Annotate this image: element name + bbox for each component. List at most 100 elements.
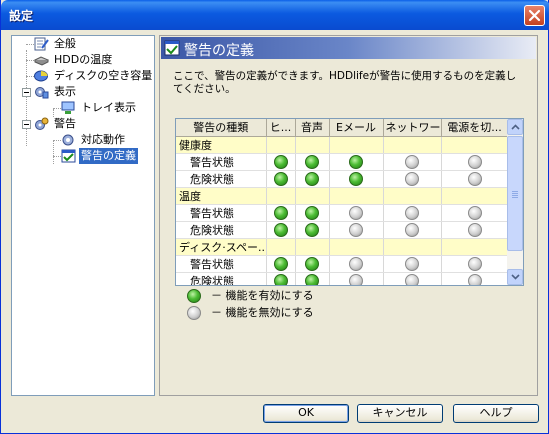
column-header-shutdown[interactable]: 電源を切... (441, 119, 509, 137)
disabled-indicator-icon[interactable] (405, 222, 419, 237)
toggle-cell[interactable] (266, 221, 296, 239)
column-header-hint[interactable]: ヒ... (266, 119, 296, 137)
disabled-indicator-icon[interactable] (467, 256, 482, 271)
enabled-indicator-icon[interactable] (273, 222, 288, 237)
toggle-cell[interactable] (329, 170, 384, 188)
disabled-indicator-icon[interactable] (467, 273, 482, 285)
enabled-indicator-icon[interactable] (305, 222, 319, 237)
toggle-cell[interactable] (329, 255, 384, 273)
scroll-down-button[interactable] (507, 269, 523, 285)
enabled-indicator-icon[interactable] (305, 171, 319, 186)
disabled-indicator-icon[interactable] (349, 273, 363, 285)
collapse-toggle-display[interactable] (22, 88, 31, 97)
enabled-indicator-icon[interactable] (273, 205, 288, 220)
enabled-indicator-icon[interactable] (305, 205, 319, 220)
grid-scrollbar[interactable] (507, 119, 523, 285)
scroll-grip (512, 191, 518, 192)
toggle-cell[interactable] (441, 272, 509, 285)
grid-group-row[interactable]: ディスク·スペー... (176, 238, 509, 256)
enabled-indicator-icon[interactable] (349, 171, 363, 186)
grid-group-cell (329, 238, 384, 256)
disabled-indicator-icon[interactable] (405, 256, 419, 271)
grid-group-cell (441, 238, 509, 256)
table-row[interactable]: 危険状態 (176, 221, 509, 239)
alert-definition-grid[interactable]: 警告の種類 ヒ... 音声 Eメール ネットワー... 電源を切... 健康度警… (175, 118, 524, 286)
table-row[interactable]: 警告状態 (176, 153, 509, 171)
toggle-cell[interactable] (266, 153, 296, 171)
toggle-cell[interactable] (383, 153, 442, 171)
disabled-indicator-icon[interactable] (349, 256, 363, 271)
tree-item-label: 警告の定義 (79, 148, 138, 164)
toggle-cell[interactable] (441, 255, 509, 273)
tree-item-label: ディスクの空き容量 (54, 69, 153, 82)
disabled-indicator-icon[interactable] (405, 273, 419, 285)
tree-connector (26, 50, 27, 146)
enabled-indicator-icon[interactable] (273, 256, 288, 271)
toggle-cell[interactable] (295, 255, 330, 273)
column-header-email[interactable]: Eメール (329, 119, 384, 137)
disabled-indicator-icon[interactable] (349, 205, 363, 220)
tree-connector (26, 60, 34, 61)
column-header-alert-type[interactable]: 警告の種類 (176, 119, 267, 137)
disabled-indicator-icon[interactable] (467, 222, 482, 237)
row-label: 危険状態 (176, 221, 267, 239)
disabled-indicator-icon[interactable] (405, 154, 419, 169)
title-bar[interactable]: 設定 (1, 0, 549, 30)
enabled-indicator-icon[interactable] (273, 154, 288, 169)
column-header-sound[interactable]: 音声 (295, 119, 330, 137)
disabled-indicator-icon[interactable] (349, 222, 363, 237)
enabled-indicator-icon[interactable] (273, 171, 288, 186)
table-row[interactable]: 警告状態 (176, 204, 509, 222)
scroll-thumb[interactable] (507, 136, 523, 251)
toggle-cell[interactable] (329, 221, 384, 239)
table-row[interactable]: 危険状態 (176, 170, 509, 188)
enabled-indicator-icon[interactable] (305, 154, 319, 169)
toggle-cell[interactable] (441, 170, 509, 188)
disabled-indicator-icon[interactable] (467, 171, 482, 186)
grid-group-row[interactable]: 温度 (176, 187, 509, 205)
disabled-indicator-icon[interactable] (467, 205, 482, 220)
help-button[interactable]: ヘルプ (453, 404, 539, 423)
collapse-toggle-alerts[interactable] (22, 120, 31, 129)
enabled-indicator-icon[interactable] (305, 256, 319, 271)
enabled-indicator-icon[interactable] (349, 154, 363, 169)
settings-tree[interactable]: 全般 HDDの温度 ディスクの空き容量 表示 トレイ表示 警告 対応動作 警告の… (11, 35, 155, 396)
toggle-cell[interactable] (295, 153, 330, 171)
enabled-indicator-icon[interactable] (273, 273, 288, 285)
legend-enabled-label: － 機能を有効にする (211, 289, 314, 302)
toggle-cell[interactable] (441, 221, 509, 239)
grid-group-cell (383, 136, 442, 154)
close-button[interactable] (524, 5, 545, 26)
toggle-cell[interactable] (266, 255, 296, 273)
toggle-cell[interactable] (295, 204, 330, 222)
table-row[interactable]: 警告状態 (176, 255, 509, 273)
toggle-cell[interactable] (266, 272, 296, 285)
grid-group-row[interactable]: 健康度 (176, 136, 509, 154)
toggle-cell[interactable] (266, 170, 296, 188)
scroll-up-button[interactable] (507, 119, 523, 135)
cancel-button[interactable]: キャンセル (357, 404, 443, 423)
toggle-cell[interactable] (266, 204, 296, 222)
table-row[interactable]: 危険状態 (176, 272, 509, 285)
checkbox-window-icon (164, 40, 180, 56)
toggle-cell[interactable] (329, 272, 384, 285)
toggle-cell[interactable] (383, 204, 442, 222)
disabled-indicator-icon[interactable] (405, 171, 419, 186)
disabled-indicator-icon[interactable] (405, 205, 419, 220)
legend-enabled: － 機能を有効にする (187, 288, 387, 304)
toggle-cell[interactable] (329, 204, 384, 222)
toggle-cell[interactable] (383, 272, 442, 285)
toggle-cell[interactable] (383, 255, 442, 273)
toggle-cell[interactable] (441, 204, 509, 222)
column-header-network[interactable]: ネットワー... (383, 119, 442, 137)
enabled-indicator-icon[interactable] (305, 273, 319, 285)
toggle-cell[interactable] (441, 153, 509, 171)
toggle-cell[interactable] (295, 272, 330, 285)
toggle-cell[interactable] (383, 170, 442, 188)
toggle-cell[interactable] (295, 221, 330, 239)
ok-button[interactable]: OK (263, 404, 349, 423)
toggle-cell[interactable] (383, 221, 442, 239)
toggle-cell[interactable] (329, 153, 384, 171)
disabled-indicator-icon[interactable] (467, 154, 482, 169)
toggle-cell[interactable] (295, 170, 330, 188)
